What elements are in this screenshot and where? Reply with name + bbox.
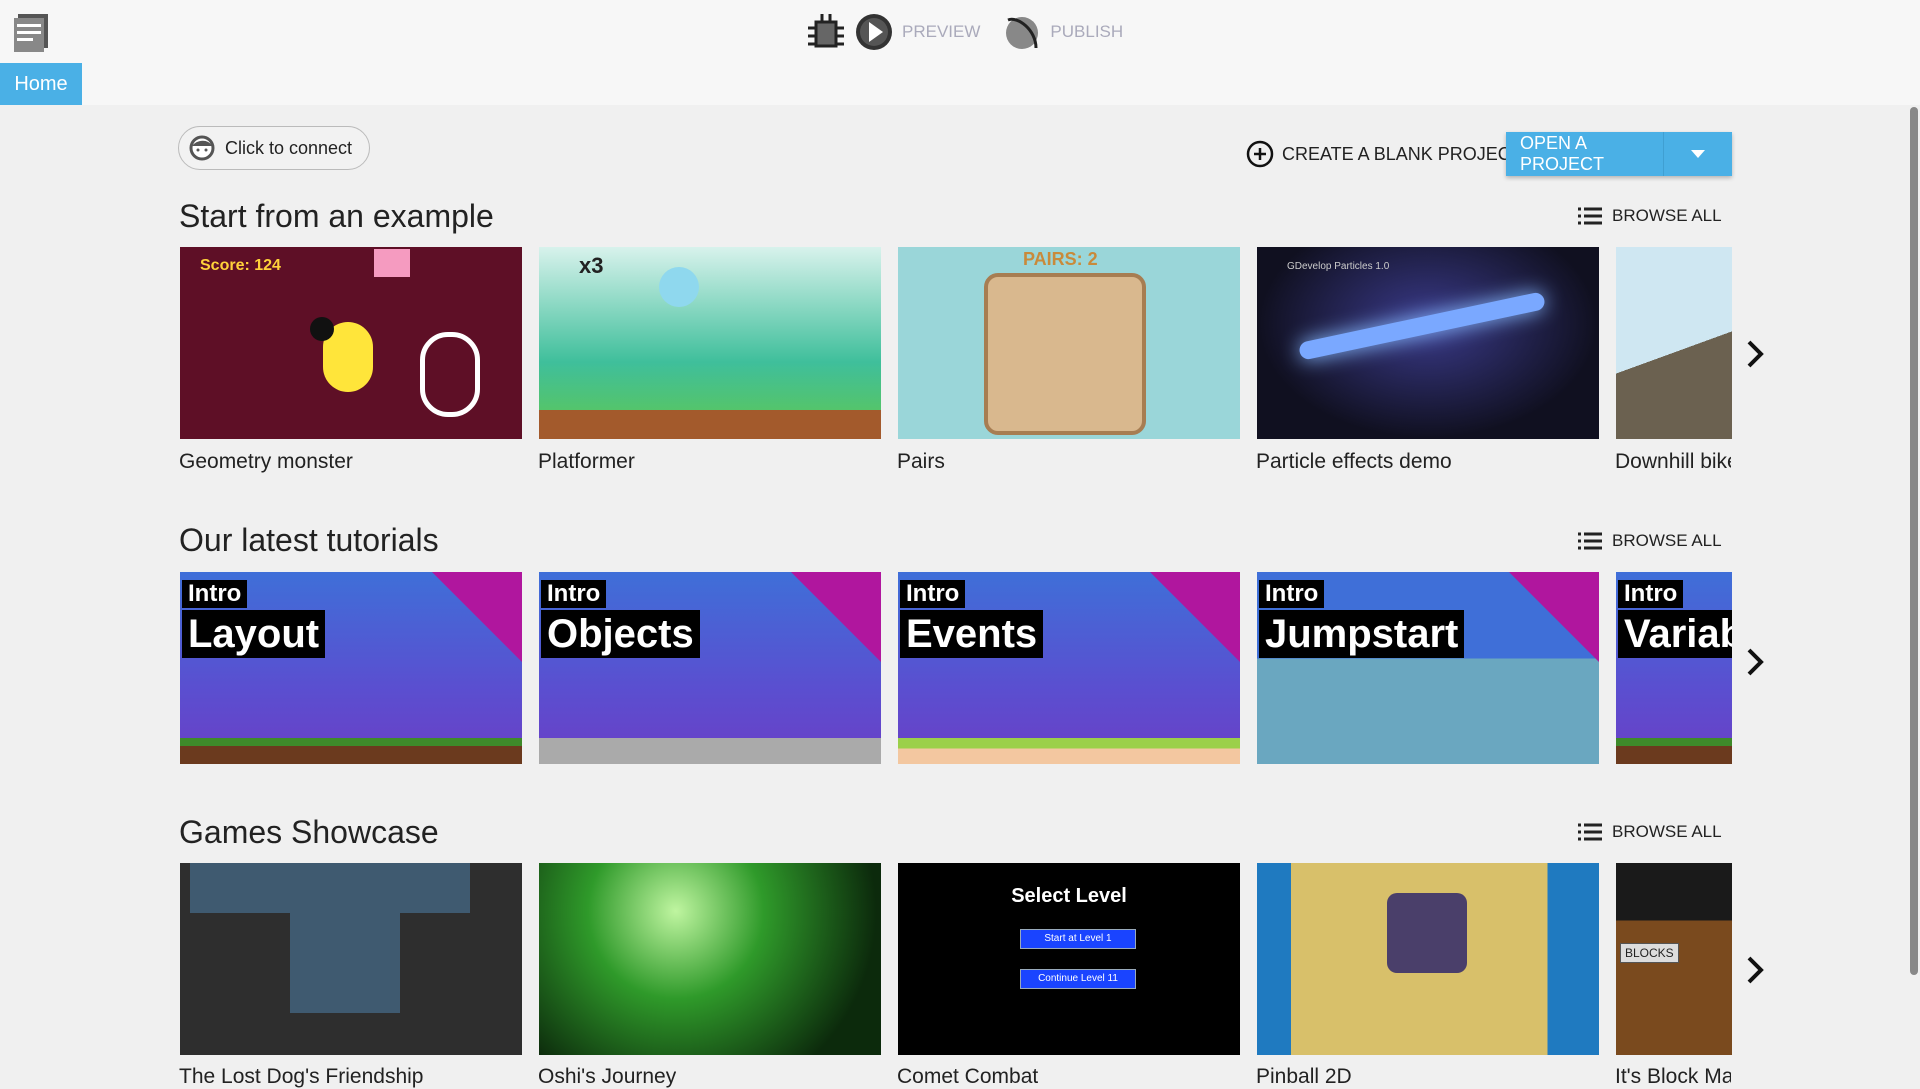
tab-home[interactable]: Home bbox=[0, 63, 82, 105]
top-bar: PREVIEW PUBLISH Home bbox=[0, 0, 1920, 105]
tutorial-intro: Intro bbox=[182, 580, 248, 608]
example-label: Platformer bbox=[538, 450, 635, 473]
list-icon bbox=[1578, 823, 1602, 841]
example-card-geometry-monster[interactable]: Score: 124 bbox=[180, 247, 522, 439]
tutorial-intro: Intro bbox=[900, 580, 966, 608]
browse-all-label: BROWSE ALL bbox=[1612, 531, 1722, 550]
browse-all-showcase[interactable]: BROWSE ALL bbox=[1578, 822, 1722, 842]
tutorial-title: Layout bbox=[182, 610, 326, 658]
play-icon[interactable] bbox=[854, 12, 894, 52]
plus-circle-icon bbox=[1246, 140, 1274, 168]
preview-button[interactable]: PREVIEW bbox=[902, 22, 980, 42]
showcase-card-comet-combat[interactable]: Select Level Start at Level 1 Continue L… bbox=[898, 863, 1240, 1055]
browse-all-examples[interactable]: BROWSE ALL bbox=[1578, 206, 1722, 226]
tutorial-card-events[interactable]: Intro Events bbox=[898, 572, 1240, 764]
example-card-downhill-bike[interactable] bbox=[1616, 247, 1732, 439]
open-project-dropdown[interactable] bbox=[1664, 132, 1732, 176]
section-title-examples: Start from an example bbox=[179, 198, 494, 234]
showcase-card-lost-dog[interactable] bbox=[180, 863, 522, 1055]
thumb-text: Score: 124 bbox=[200, 257, 281, 274]
browse-all-label: BROWSE ALL bbox=[1612, 206, 1722, 225]
showcase-card-oshi[interactable] bbox=[539, 863, 881, 1055]
showcase-row: Select Level Start at Level 1 Continue L… bbox=[180, 863, 1732, 1055]
user-face-icon bbox=[189, 135, 215, 161]
thumb-button: Start at Level 1 bbox=[1020, 929, 1136, 949]
create-blank-label: CREATE A BLANK PROJECT bbox=[1282, 143, 1522, 164]
example-card-pairs[interactable]: PAIRS: 2 bbox=[898, 247, 1240, 439]
example-label: Geometry monster bbox=[179, 450, 353, 473]
publish-button[interactable]: PUBLISH bbox=[1050, 22, 1123, 42]
examples-row: Score: 124 x3 PAIRS: 2 GDevelop Particle… bbox=[180, 247, 1732, 439]
example-card-particle-effects[interactable]: GDevelop Particles 1.0 bbox=[1257, 247, 1599, 439]
showcase-label: Oshi's Journey bbox=[538, 1065, 677, 1088]
publish-globe-icon[interactable] bbox=[1002, 12, 1042, 52]
list-icon bbox=[1578, 532, 1602, 550]
tutorial-intro: Intro bbox=[1259, 580, 1325, 608]
caret-down-icon bbox=[1691, 150, 1705, 158]
showcase-label: The Lost Dog's Friendship bbox=[179, 1065, 424, 1088]
showcase-card-block-ma[interactable]: BLOCKS bbox=[1616, 863, 1732, 1055]
tutorial-card-jumpstart[interactable]: Intro Jumpstart bbox=[1257, 572, 1599, 764]
showcase-label: Comet Combat bbox=[897, 1065, 1039, 1088]
tutorial-card-objects[interactable]: Intro Objects bbox=[539, 572, 881, 764]
tutorial-title: Jumpstart bbox=[1259, 610, 1465, 658]
chevron-right-icon[interactable] bbox=[1744, 339, 1766, 369]
browse-all-tutorials[interactable]: BROWSE ALL bbox=[1578, 531, 1722, 551]
example-label: Particle effects demo bbox=[1256, 450, 1452, 473]
chevron-right-icon[interactable] bbox=[1744, 647, 1766, 677]
example-label: Pairs bbox=[897, 450, 945, 473]
tutorial-title: Events bbox=[900, 610, 1044, 658]
thumb-title: Select Level bbox=[1011, 885, 1127, 907]
example-label: Downhill bike bbox=[1615, 450, 1731, 473]
tutorial-title: Objects bbox=[541, 610, 700, 658]
thumb-text: PAIRS: 2 bbox=[1023, 249, 1098, 269]
tutorial-title: Variables bbox=[1618, 610, 1732, 658]
debug-bug-icon[interactable] bbox=[806, 12, 846, 52]
example-card-platformer[interactable]: x3 bbox=[539, 247, 881, 439]
tutorial-intro: Intro bbox=[1618, 580, 1684, 608]
create-blank-project-button[interactable]: CREATE A BLANK PROJECT bbox=[1246, 140, 1522, 168]
tutorial-card-variables[interactable]: IntroVariables bbox=[1616, 572, 1732, 764]
connect-label: Click to connect bbox=[225, 137, 353, 158]
thumb-text: x3 bbox=[579, 253, 604, 278]
menu-icon[interactable] bbox=[12, 12, 50, 52]
section-title-tutorials: Our latest tutorials bbox=[179, 522, 439, 558]
thumb-text: BLOCKS bbox=[1620, 943, 1679, 963]
list-icon bbox=[1578, 207, 1602, 225]
tutorials-row: Intro Layout Intro Objects Intro Events Int… bbox=[180, 572, 1732, 764]
showcase-label: It's Block Ma bbox=[1615, 1065, 1731, 1088]
thumb-button: Continue Level 11 bbox=[1020, 969, 1136, 989]
browse-all-label: BROWSE ALL bbox=[1612, 822, 1722, 841]
connect-button[interactable]: Click to connect bbox=[178, 126, 370, 170]
tutorial-card-layout[interactable]: Intro Layout bbox=[180, 572, 522, 764]
showcase-card-pinball[interactable] bbox=[1257, 863, 1599, 1055]
vertical-scrollbar[interactable] bbox=[1910, 107, 1918, 975]
open-project-button-group: OPEN A PROJECT bbox=[1506, 132, 1732, 176]
open-project-button[interactable]: OPEN A PROJECT bbox=[1506, 132, 1664, 176]
chevron-right-icon[interactable] bbox=[1744, 955, 1766, 985]
thumb-text: GDevelop Particles 1.0 bbox=[1287, 261, 1390, 272]
section-title-showcase: Games Showcase bbox=[179, 814, 439, 850]
showcase-label: Pinball 2D bbox=[1256, 1065, 1352, 1088]
tutorial-intro: Intro bbox=[541, 580, 607, 608]
